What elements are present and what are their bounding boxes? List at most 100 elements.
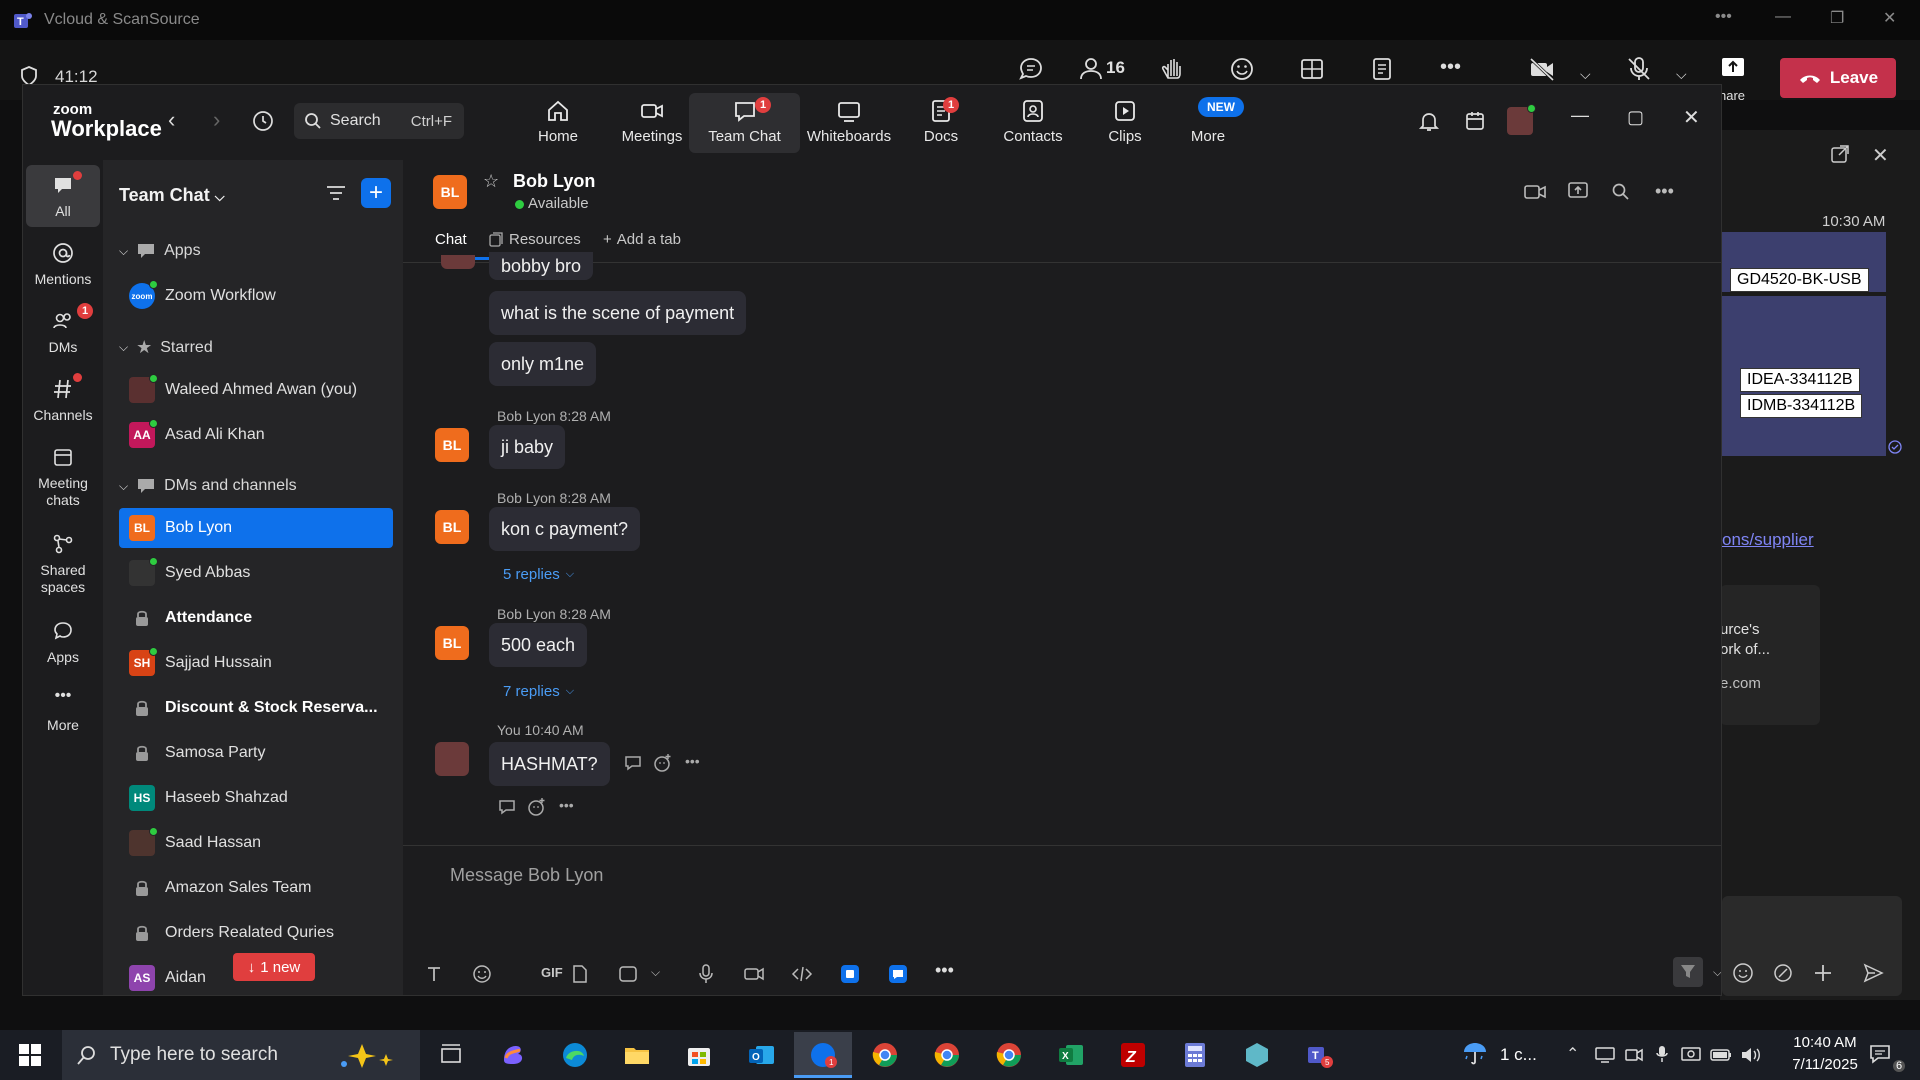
replies-link[interactable]: 7 replies ⌵ xyxy=(503,683,574,700)
share-icon[interactable] xyxy=(1720,54,1746,80)
mic-options-chevron-icon[interactable]: ⌵ xyxy=(1676,66,1687,83)
tray-display-icon[interactable] xyxy=(1594,1046,1616,1064)
teams-more-icon[interactable]: ••• xyxy=(1715,8,1732,26)
chrome-icon[interactable] xyxy=(870,1040,900,1070)
calendar-icon[interactable] xyxy=(1463,109,1487,133)
message-avatar[interactable]: BL xyxy=(435,626,469,660)
notification-center-icon[interactable] xyxy=(1868,1042,1892,1066)
list-item-bob-lyon[interactable]: BL Bob Lyon xyxy=(119,508,393,548)
tray-camera-icon[interactable] xyxy=(1624,1046,1644,1064)
emoji-icon[interactable] xyxy=(471,963,493,985)
search-box[interactable]: Search Ctrl+F xyxy=(294,103,464,139)
edge-icon[interactable] xyxy=(560,1040,590,1070)
video-message-icon[interactable] xyxy=(743,963,765,985)
new-messages-pill[interactable]: ↓ 1 new xyxy=(233,953,315,981)
replies-link[interactable]: 5 replies ⌵ xyxy=(503,566,574,583)
copilot-icon[interactable] xyxy=(498,1040,528,1070)
list-item-haseeb[interactable]: HS Haseeb Shahzad xyxy=(119,778,393,818)
list-item-attendance[interactable]: Attendance xyxy=(119,598,393,638)
history-icon[interactable] xyxy=(251,109,275,133)
reply-icon[interactable] xyxy=(497,797,517,817)
tab-resources[interactable]: Resources xyxy=(488,231,581,248)
teams-link[interactable]: ons/supplier xyxy=(1722,530,1814,550)
tab-meetings[interactable]: Meetings xyxy=(607,93,697,153)
teams-restore-icon[interactable]: ❐ xyxy=(1830,8,1844,28)
microsoft-store-icon[interactable] xyxy=(684,1040,714,1070)
message-bubble[interactable]: bobby bro xyxy=(489,252,594,280)
filter-icon[interactable] xyxy=(325,184,347,202)
screenshot-icon[interactable] xyxy=(617,963,639,985)
message-bubble[interactable]: 500 each xyxy=(489,623,588,667)
list-item-sajjad[interactable]: SH Sajjad Hussain xyxy=(119,643,393,683)
task-view-icon[interactable] xyxy=(436,1040,466,1070)
tab-whiteboards[interactable]: Whiteboards xyxy=(799,93,899,153)
file-explorer-icon[interactable] xyxy=(622,1040,652,1070)
zoom-app-2-icon[interactable] xyxy=(887,963,909,985)
meeting-chat-icon[interactable] xyxy=(1016,54,1046,84)
weather-rain-icon[interactable] xyxy=(1460,1038,1490,1068)
rail-all[interactable]: All xyxy=(26,165,100,227)
meeting-more-icon[interactable]: ••• xyxy=(1440,56,1461,79)
message-avatar[interactable]: BL xyxy=(435,510,469,544)
chat-search-icon[interactable] xyxy=(1611,182,1631,202)
message-avatar[interactable] xyxy=(435,742,469,776)
section-starred[interactable]: ⌵ ★ Starred xyxy=(119,337,213,358)
taskbar-clock-date[interactable]: 7/11/2025 xyxy=(1780,1056,1870,1073)
outlook-icon[interactable]: O xyxy=(746,1040,776,1070)
screenshot-options-chevron-icon[interactable]: ⌵ xyxy=(651,965,660,980)
leave-button[interactable]: Leave xyxy=(1780,58,1896,98)
calculator-icon[interactable] xyxy=(1180,1040,1210,1070)
add-reaction-icon[interactable] xyxy=(653,753,673,773)
app-hexagon-icon[interactable] xyxy=(1242,1040,1272,1070)
section-apps[interactable]: ⌵ Apps xyxy=(119,242,201,260)
teams-panel-close-icon[interactable]: ✕ xyxy=(1872,143,1889,168)
rail-mentions[interactable]: Mentions xyxy=(26,241,100,288)
list-item-orders[interactable]: Orders Realated Quries xyxy=(119,913,393,953)
teams-add-icon[interactable] xyxy=(1812,962,1834,984)
teams-taskbar-icon[interactable]: T5 xyxy=(1304,1040,1334,1070)
list-item-waleed[interactable]: Waleed Ahmed Awan (you) xyxy=(119,370,393,410)
popout-icon[interactable] xyxy=(1830,144,1850,164)
teams-loop-icon[interactable] xyxy=(1772,962,1794,984)
add-reaction-icon[interactable] xyxy=(527,797,547,817)
tab-contacts[interactable]: Contacts xyxy=(993,93,1073,153)
message-avatar[interactable]: BL xyxy=(435,428,469,462)
list-item-discount-stock[interactable]: Discount & Stock Reserva... xyxy=(119,688,393,728)
rail-meeting-chats[interactable]: Meeting chats xyxy=(26,445,100,509)
chat-options-icon[interactable]: ••• xyxy=(1655,181,1674,202)
message-more-icon[interactable]: ••• xyxy=(685,753,700,769)
message-bubble[interactable]: HASHMAT? xyxy=(489,742,610,786)
raise-hand-icon[interactable] xyxy=(1158,54,1188,84)
windows-start-icon[interactable] xyxy=(18,1043,42,1067)
video-call-icon[interactable] xyxy=(1523,183,1547,201)
contact-name[interactable]: Bob Lyon xyxy=(513,171,595,192)
contact-avatar[interactable]: BL xyxy=(433,175,467,209)
message-bubble[interactable]: what is the scene of payment xyxy=(489,291,747,335)
rail-shared-spaces[interactable]: Shared spaces xyxy=(26,532,100,596)
file-icon[interactable] xyxy=(569,963,591,985)
message-more-icon[interactable]: ••• xyxy=(559,797,574,813)
share-screen-icon[interactable] xyxy=(1567,181,1589,201)
zoom-maximize-icon[interactable]: ▢ xyxy=(1627,107,1644,128)
reactions-icon[interactable] xyxy=(1227,54,1257,84)
tab-add[interactable]: + Add a tab xyxy=(603,231,681,248)
teams-close-icon[interactable]: ✕ xyxy=(1883,8,1896,28)
zoom-minimize-icon[interactable]: — xyxy=(1571,105,1589,126)
list-item-amazon-sales[interactable]: Amazon Sales Team xyxy=(119,868,393,908)
message-input[interactable]: Message Bob Lyon xyxy=(450,865,603,886)
chrome-alt-icon[interactable] xyxy=(994,1040,1024,1070)
tray-chevron-up-icon[interactable]: ⌃ xyxy=(1566,1044,1579,1064)
forward-arrow-icon[interactable]: › xyxy=(213,107,220,133)
list-item-saad-hassan[interactable]: Saad Hassan xyxy=(119,823,393,863)
rail-more[interactable]: ••• More xyxy=(26,687,100,734)
text-format-icon[interactable] xyxy=(423,963,445,985)
tab-home[interactable]: Home xyxy=(523,93,593,153)
excel-icon[interactable]: X xyxy=(1056,1040,1086,1070)
people-icon[interactable] xyxy=(1076,54,1106,84)
chat-list-title[interactable]: Team Chat ⌵ xyxy=(119,185,225,206)
section-dms[interactable]: ⌵ DMs and channels xyxy=(119,477,297,495)
tray-mic-icon[interactable] xyxy=(1654,1044,1670,1064)
notifications-bell-icon[interactable] xyxy=(1417,109,1441,133)
voice-message-icon[interactable] xyxy=(695,963,717,985)
gif-button[interactable]: GIF xyxy=(541,965,563,980)
